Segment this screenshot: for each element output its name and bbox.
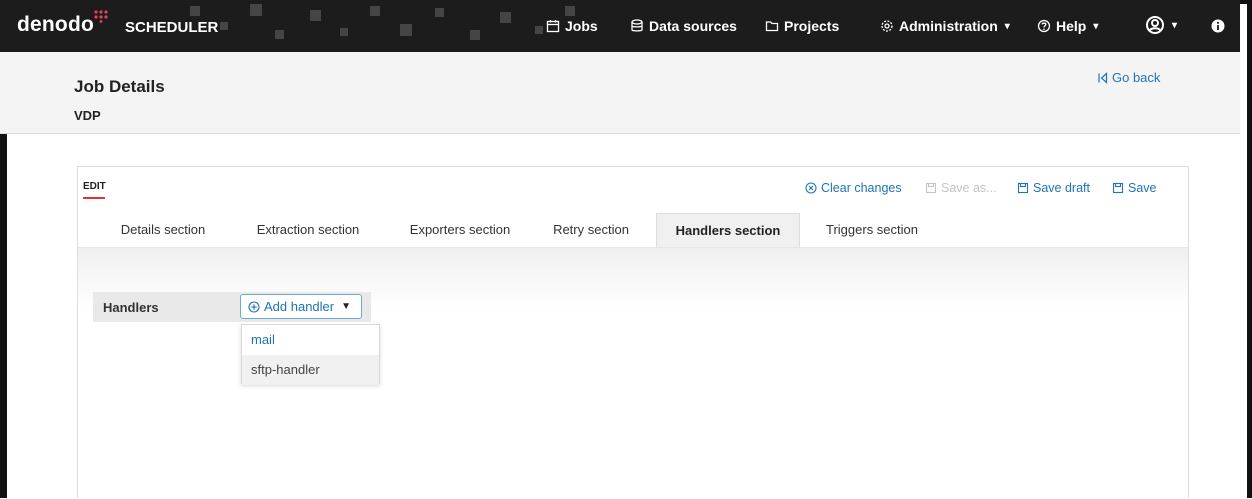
save-label: Save	[1128, 181, 1157, 195]
chevron-down-icon: ▾	[1004, 20, 1010, 32]
product-name: SCHEDULER	[125, 19, 219, 36]
nav-projects[interactable]: Projects	[765, 18, 839, 34]
add-circle-icon	[248, 300, 260, 313]
save-button[interactable]: Save	[1112, 181, 1157, 195]
nav-jobs-label: Jobs	[565, 18, 598, 34]
chevron-down-icon: ▾	[1172, 19, 1178, 31]
chevron-down-icon: ▾	[1093, 20, 1099, 32]
page-title: Job Details	[74, 77, 165, 96]
mode-underline	[83, 197, 105, 199]
tab-exporters[interactable]: Exporters section	[396, 213, 524, 247]
database-icon	[631, 19, 643, 32]
handlers-label: Handlers	[103, 300, 159, 315]
tab-handlers[interactable]: Handlers section	[656, 213, 800, 247]
brand-logo[interactable]: denodo	[17, 13, 94, 37]
handlers-row: Handlers Add handler ▼	[93, 292, 371, 322]
save-as-label: Save as...	[941, 181, 997, 195]
add-handler-label: Add handler	[264, 299, 335, 314]
page-header: Job Details VDP Go back	[0, 52, 1240, 134]
clear-changes-button[interactable]: Clear changes	[805, 181, 902, 195]
info-icon[interactable]	[1211, 19, 1225, 33]
calendar-icon	[546, 20, 560, 33]
nav-help[interactable]: Help ▾	[1037, 18, 1098, 34]
help-icon	[1037, 19, 1051, 33]
save-icon	[1017, 182, 1029, 194]
section-tabs: Details section Extraction section Expor…	[78, 213, 1188, 247]
go-back-link[interactable]: Go back	[1097, 70, 1160, 85]
header-pattern	[190, 4, 575, 40]
save-draft-button[interactable]: Save draft	[1017, 181, 1090, 195]
save-icon	[1112, 182, 1124, 194]
tab-details[interactable]: Details section	[103, 213, 223, 247]
nav-jobs[interactable]: Jobs	[546, 18, 598, 34]
tab-extraction[interactable]: Extraction section	[243, 213, 373, 247]
tab-retry[interactable]: Retry section	[542, 213, 640, 247]
page-subtitle: VDP	[74, 108, 101, 123]
save-as-button[interactable]: Save as...	[925, 181, 997, 195]
nav-help-label: Help	[1056, 18, 1087, 34]
handler-dropdown-menu: mail sftp-handler	[241, 324, 380, 385]
top-navbar: denodo SCHEDULER Jobs Data sources Proje…	[0, 0, 1240, 52]
job-edit-panel: EDIT Clear changes Save as... Save draft…	[77, 166, 1189, 499]
nav-data-sources[interactable]: Data sources	[630, 18, 737, 34]
go-back-icon	[1098, 71, 1108, 84]
clear-changes-label: Clear changes	[821, 181, 902, 195]
save-icon	[925, 182, 937, 194]
nav-data-sources-label: Data sources	[649, 18, 737, 34]
nav-administration-label: Administration	[899, 18, 998, 34]
dropdown-item-mail[interactable]: mail	[242, 325, 379, 355]
user-menu[interactable]: ▾	[1145, 15, 1177, 35]
dropdown-item-sftp-handler[interactable]: sftp-handler	[242, 355, 379, 385]
go-back-label: Go back	[1112, 70, 1161, 85]
nav-administration[interactable]: Administration ▾	[880, 18, 1010, 34]
handlers-section-body: Handlers Add handler ▼ mail sftp-handler	[78, 247, 1188, 499]
brand-dots-icon	[94, 10, 108, 23]
tab-triggers[interactable]: Triggers section	[816, 213, 928, 247]
mode-label: EDIT	[83, 181, 106, 192]
folder-icon	[765, 21, 779, 32]
add-handler-button[interactable]: Add handler ▼	[240, 294, 362, 319]
save-draft-label: Save draft	[1033, 181, 1090, 195]
gear-icon	[881, 20, 893, 32]
clear-icon	[805, 182, 817, 194]
user-icon	[1146, 16, 1164, 34]
caret-down-icon: ▼	[341, 301, 352, 312]
nav-projects-label: Projects	[784, 18, 840, 34]
